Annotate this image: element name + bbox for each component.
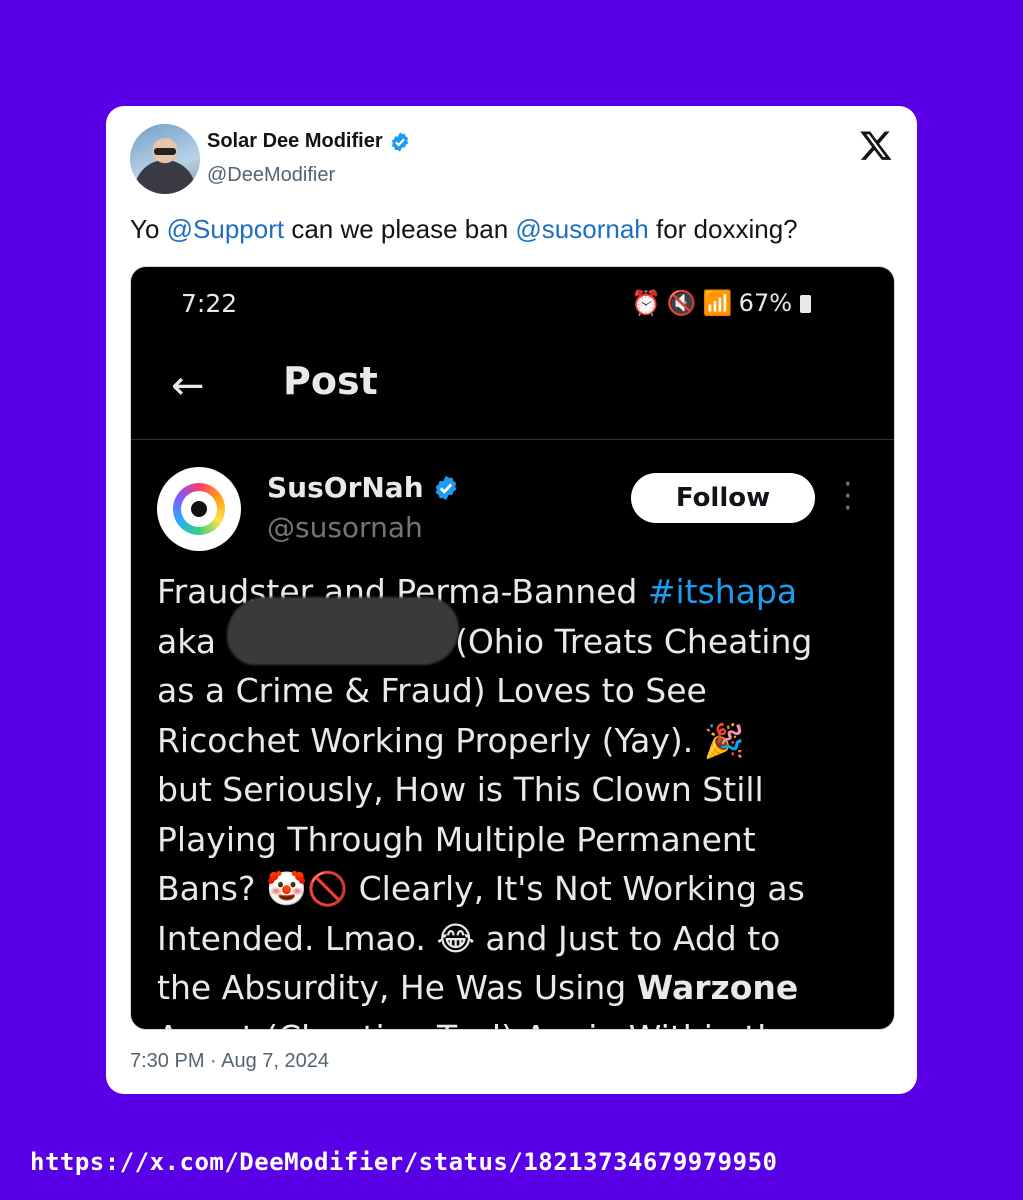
x-logo-icon[interactable] [859, 128, 893, 162]
mention-susornah[interactable]: @susornah [515, 214, 648, 244]
more-options-icon[interactable]: · · · [843, 470, 853, 524]
status-bar-icons: ⏰ 🔇 📶 67% [631, 289, 817, 317]
hashtag-link[interactable]: #itshapa [648, 572, 797, 611]
embedded-screenshot[interactable]: 7:22 ⏰ 🔇 📶 67% ← Post SusOrNah @susornah Fo… [130, 266, 895, 1030]
post-header-title: Post [283, 359, 378, 403]
susornah-name-row: SusOrNah [267, 471, 460, 504]
susornah-handle[interactable]: @susornah [267, 511, 423, 544]
author-name[interactable]: Solar Dee Modifier [207, 130, 383, 153]
tweet-text: Yo @Support can we please ban @susornah … [130, 214, 798, 244]
susornah-avatar[interactable] [157, 467, 241, 551]
source-url[interactable]: https://x.com/DeeModifier/status/1821373… [30, 1148, 777, 1176]
verified-badge-icon [435, 475, 456, 500]
author-name-row: Solar Dee Modifier [207, 130, 411, 153]
alarm-icon: ⏰ [631, 289, 661, 317]
tweet-timestamp[interactable]: 7:30 PM · Aug 7, 2024 [130, 1050, 329, 1073]
author-avatar[interactable] [130, 124, 200, 194]
mention-support[interactable]: @Support [167, 214, 284, 244]
verified-badge-icon [391, 131, 408, 152]
wifi-icon: 📶 [702, 289, 733, 317]
author-handle[interactable]: @DeeModifier [207, 164, 335, 187]
battery-icon [800, 295, 812, 313]
tweet-card: Solar Dee Modifier @DeeModifier Yo @Supp… [106, 106, 917, 1094]
header-divider [131, 439, 894, 440]
redaction-blur [227, 597, 459, 665]
battery-level: 67% [738, 289, 793, 317]
susornah-name[interactable]: SusOrNah [267, 471, 424, 504]
mute-icon: 🔇 [666, 289, 697, 317]
status-bar-time: 7:22 [181, 289, 238, 318]
back-arrow-icon[interactable]: ← [171, 363, 205, 409]
follow-button[interactable]: Follow [631, 473, 815, 523]
